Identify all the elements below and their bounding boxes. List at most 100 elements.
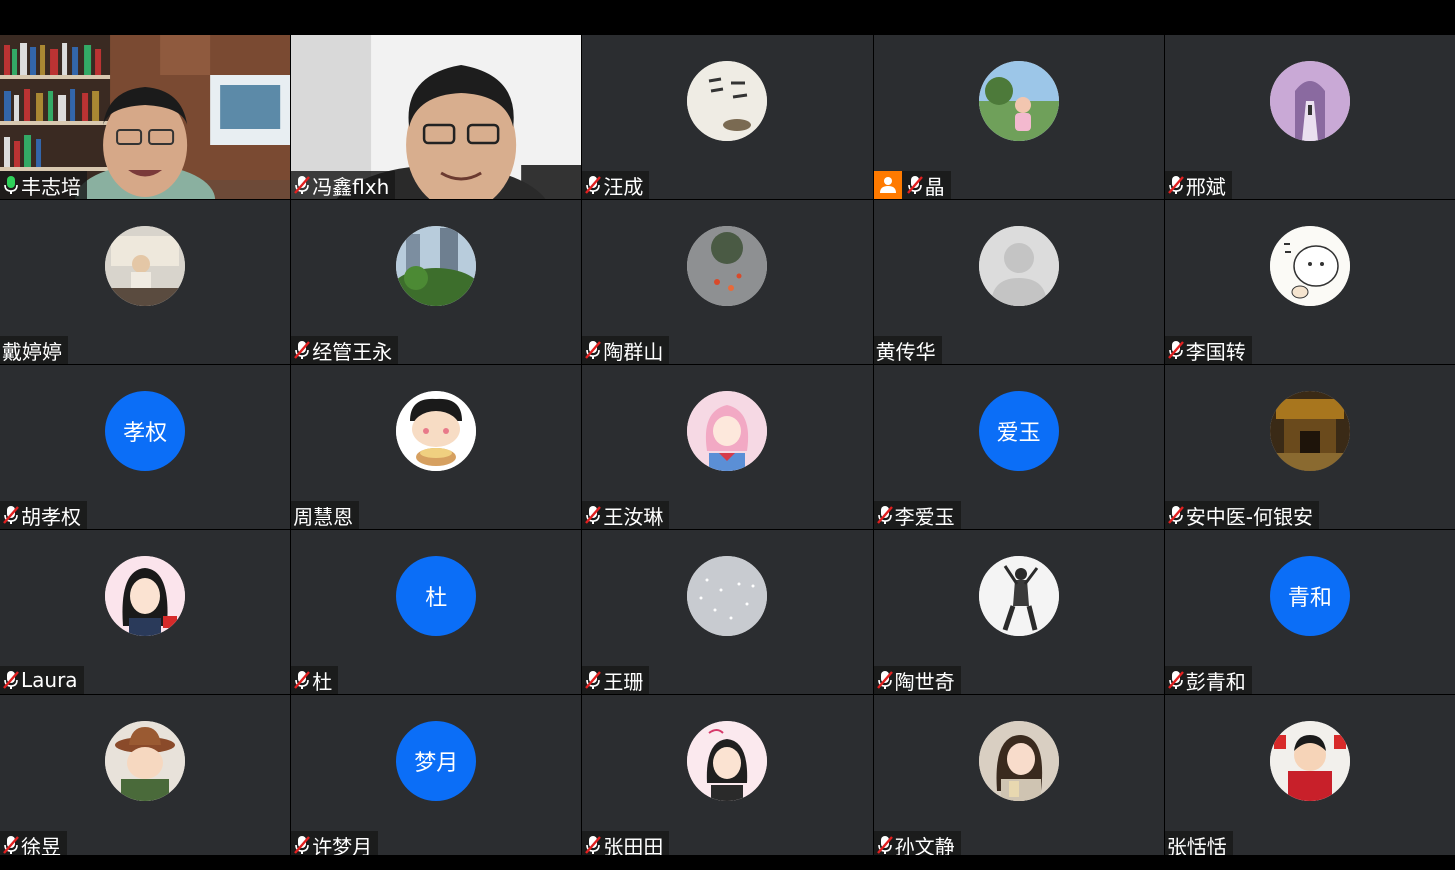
mic-muted-icon [585, 836, 602, 854]
participant-tile[interactable]: 梦月 许梦月 [291, 695, 582, 859]
mic-muted-icon [1167, 671, 1184, 689]
mic-muted-icon [294, 341, 311, 359]
participant-tile[interactable]: 青和 彭青和 [1164, 530, 1455, 694]
participant-avatar [105, 721, 186, 801]
participant-name: 周慧恩 [293, 504, 354, 529]
participant-name: 王汝琳 [603, 504, 664, 529]
participant-tile[interactable]: 晶 [873, 35, 1164, 199]
participant-name: 丰志培 [21, 174, 81, 199]
participant-nameplate: 邢斌 [1164, 171, 1232, 199]
participant-avatar [1269, 391, 1350, 471]
participant-tile[interactable]: Laura [0, 530, 291, 694]
mic-muted-icon [3, 836, 19, 854]
participant-name: 彭青和 [1185, 669, 1246, 694]
participant-nameplate: 黄传华 [873, 336, 942, 364]
participant-name: 邢斌 [1185, 174, 1226, 199]
participant-tile[interactable]: 孙文静 [873, 695, 1164, 859]
participant-avatar [978, 61, 1059, 141]
participant-nameplate: 晶 [873, 171, 951, 199]
participant-avatar [1269, 61, 1350, 141]
mic-muted-icon [906, 176, 923, 194]
participant-tile[interactable]: 安中医-何银安 [1164, 365, 1455, 529]
participant-nameplate: 杜 [291, 666, 339, 694]
participant-nameplate: 周慧恩 [291, 501, 360, 529]
participant-tile[interactable]: 周慧恩 [291, 365, 582, 529]
participant-tile[interactable]: 徐昱 [0, 695, 291, 859]
participant-tile[interactable]: 张恬恬 [1164, 695, 1455, 859]
participant-avatar [1269, 226, 1350, 306]
mic-muted-icon [585, 671, 602, 689]
initials-avatar: 青和 [1269, 556, 1350, 636]
host-badge [873, 171, 902, 199]
participant-tile-video[interactable]: 丰志培 [0, 35, 291, 199]
participant-tile[interactable]: 王珊 [582, 530, 873, 694]
participant-avatar [105, 556, 186, 636]
participant-nameplate: 戴婷婷 [0, 336, 68, 364]
default-avatar [978, 226, 1059, 306]
participant-name: 李爱玉 [894, 504, 955, 529]
participant-tile-video[interactable]: 冯鑫flxh [291, 35, 582, 199]
participant-name: 戴婷婷 [2, 339, 62, 364]
mic-muted-icon [294, 176, 311, 194]
participant-nameplate: 王汝琳 [582, 501, 670, 529]
mic-muted-icon [3, 671, 19, 689]
participant-tile[interactable]: 李国转 [1164, 200, 1455, 364]
participant-nameplate: 丰志培 [0, 171, 87, 199]
initials-avatar: 杜 [396, 556, 477, 636]
participant-tile[interactable]: 孝权 胡孝权 [0, 365, 291, 529]
mic-muted-icon [876, 671, 893, 689]
mic-muted-icon [876, 836, 893, 854]
participant-avatar [105, 226, 186, 306]
participant-tile[interactable]: 邢斌 [1164, 35, 1455, 199]
participant-avatar [978, 721, 1059, 801]
participant-name: 李国转 [1185, 339, 1246, 364]
participant-name: 杜 [312, 669, 333, 694]
participant-nameplate: 汪成 [582, 171, 650, 199]
participant-avatar [396, 391, 477, 471]
participant-grid: 丰志培 冯鑫flxh 汪成 晶 邢斌 戴婷婷 经管王永 陶群山 黄传华 李国转 … [0, 35, 1455, 859]
participant-nameplate: 经管王永 [291, 336, 399, 364]
mic-muted-icon [876, 506, 893, 524]
participant-name: 冯鑫flxh [312, 174, 390, 199]
participant-nameplate: 李国转 [1164, 336, 1252, 364]
participant-tile[interactable]: 陶世奇 [873, 530, 1164, 694]
participant-nameplate: 安中医-何银安 [1164, 501, 1320, 529]
participant-tile[interactable]: 汪成 [582, 35, 873, 199]
mic-muted-icon [1167, 341, 1184, 359]
participant-tile[interactable]: 戴婷婷 [0, 200, 291, 364]
participant-name: 安中医-何银安 [1185, 504, 1314, 529]
mic-muted-icon [294, 671, 311, 689]
participant-nameplate: 王珊 [582, 666, 650, 694]
mic-muted-icon [1167, 506, 1184, 524]
mic-muted-icon [294, 836, 311, 854]
initials-avatar: 梦月 [396, 721, 477, 801]
participant-tile[interactable]: 经管王永 [291, 200, 582, 364]
participant-avatar [687, 61, 768, 141]
participant-name: 黄传华 [875, 339, 936, 364]
participant-nameplate: 胡孝权 [0, 501, 87, 529]
participant-nameplate: 陶群山 [582, 336, 670, 364]
participant-name: Laura [21, 668, 78, 692]
participant-avatar [687, 556, 768, 636]
participant-name: 王珊 [603, 669, 644, 694]
mic-muted-icon [585, 176, 602, 194]
participant-nameplate: 彭青和 [1164, 666, 1252, 694]
participant-name: 汪成 [603, 174, 644, 199]
participant-tile[interactable]: 陶群山 [582, 200, 873, 364]
bottom-bar [0, 855, 1455, 870]
participant-avatar [687, 226, 768, 306]
participant-avatar [687, 721, 768, 801]
participant-avatar [1269, 721, 1350, 801]
participant-tile[interactable]: 杜 杜 [291, 530, 582, 694]
participant-nameplate: 冯鑫flxh [291, 171, 396, 199]
mic-muted-icon [585, 341, 602, 359]
participant-name: 晶 [924, 174, 945, 199]
participant-tile[interactable]: 爱玉 李爱玉 [873, 365, 1164, 529]
participant-tile[interactable]: 张田田 [582, 695, 873, 859]
person-icon [879, 177, 896, 193]
participant-avatar [396, 226, 477, 306]
participant-tile[interactable]: 王汝琳 [582, 365, 873, 529]
participant-tile[interactable]: 黄传华 [873, 200, 1164, 364]
participant-name: 胡孝权 [21, 504, 81, 529]
initials-avatar: 孝权 [105, 391, 186, 471]
